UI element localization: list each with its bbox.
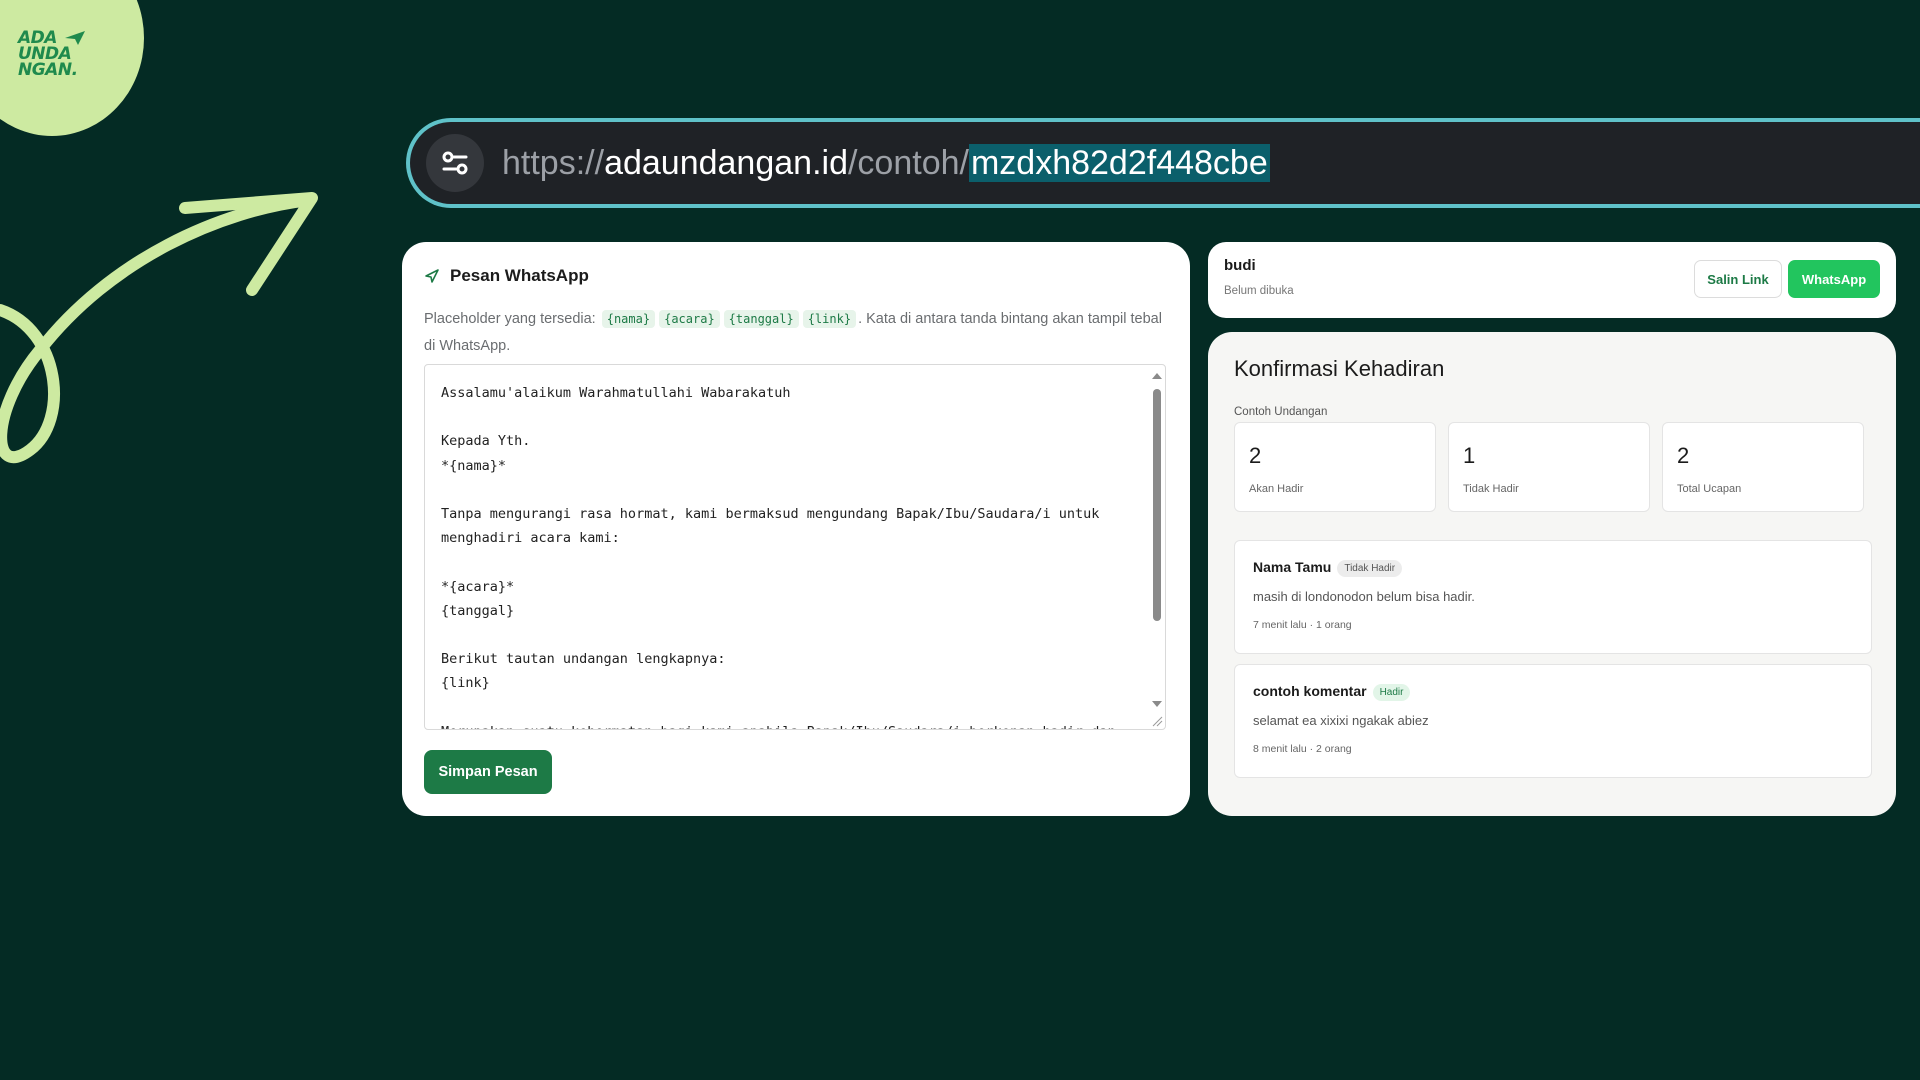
guest-card: budi Belum dibuka Salin Link WhatsApp <box>1208 242 1896 318</box>
guest-name: budi <box>1224 257 1256 274</box>
brand-logo: ADA UNDA NGAN. <box>18 28 78 80</box>
address-bar[interactable]: https://adaundangan.id/contoh/mzdxh82d2f… <box>406 118 1920 208</box>
url-text[interactable]: https://adaundangan.id/contoh/mzdxh82d2f… <box>502 138 1270 188</box>
scroll-up-arrow-icon[interactable] <box>1152 373 1162 379</box>
rsvp-title: Konfirmasi Kehadiran <box>1234 356 1445 381</box>
card-title: Pesan WhatsApp <box>450 266 589 285</box>
stat-attending: 2 Akan Hadir <box>1234 422 1436 512</box>
stat-not-attending: 1 Tidak Hadir <box>1448 422 1650 512</box>
textarea-scrollbar[interactable] <box>1149 369 1163 725</box>
whatsapp-message-card: Pesan WhatsApp Placeholder yang tersedia… <box>402 242 1190 816</box>
selected-url-slug: mzdxh82d2f448cbe <box>968 144 1270 182</box>
save-message-button[interactable]: Simpan Pesan <box>424 750 552 794</box>
status-badge: Tidak Hadir <box>1337 559 1403 577</box>
rsvp-card: Konfirmasi Kehadiran Contoh Undangan 2 A… <box>1208 332 1896 816</box>
decorative-arrow <box>0 192 318 463</box>
message-text[interactable]: Assalamu'alaikum Warahmatullahi Wabaraka… <box>441 381 1131 729</box>
comment-meta: 7 menit lalu · 1 orang <box>1253 619 1352 631</box>
comment-meta: 8 menit lalu · 2 orang <box>1253 743 1352 755</box>
resize-grip-icon[interactable] <box>1151 715 1163 727</box>
comment-author: Nama Tamu <box>1253 559 1332 575</box>
site-settings-icon[interactable] <box>426 134 484 192</box>
send-icon <box>425 269 439 283</box>
message-textarea[interactable]: Assalamu'alaikum Warahmatullahi Wabaraka… <box>424 364 1166 730</box>
placeholder-chip: {tanggal} <box>723 310 799 328</box>
placeholder-chip: {link} <box>802 310 857 328</box>
guest-status: Belum dibuka <box>1224 285 1294 297</box>
copy-link-button[interactable]: Salin Link <box>1694 260 1782 298</box>
comment-item: Nama Tamu Tidak Hadir masih di londonodon… <box>1234 540 1872 654</box>
placeholder-chip: {acara} <box>659 310 720 328</box>
comment-author: contoh komentar <box>1253 683 1367 699</box>
placeholder-help: Placeholder yang tersedia: {nama} {acara}… <box>424 310 1162 354</box>
event-name: Contoh Undangan <box>1234 406 1328 418</box>
comment-item: contoh komentar Hadir selamat ea xixixi n… <box>1234 664 1872 778</box>
comment-text: masih di londonodon belum bisa hadir. <box>1253 589 1475 604</box>
comment-text: selamat ea xixixi ngakak abiez <box>1253 713 1429 728</box>
paper-plane-icon <box>65 31 85 45</box>
scroll-down-arrow-icon[interactable] <box>1152 701 1162 707</box>
status-badge: Hadir <box>1372 683 1411 701</box>
stat-total-greetings: 2 Total Ucapan <box>1662 422 1864 512</box>
whatsapp-button[interactable]: WhatsApp <box>1788 260 1880 298</box>
scroll-thumb[interactable] <box>1153 389 1161 621</box>
placeholder-chip: {nama} <box>601 310 656 328</box>
